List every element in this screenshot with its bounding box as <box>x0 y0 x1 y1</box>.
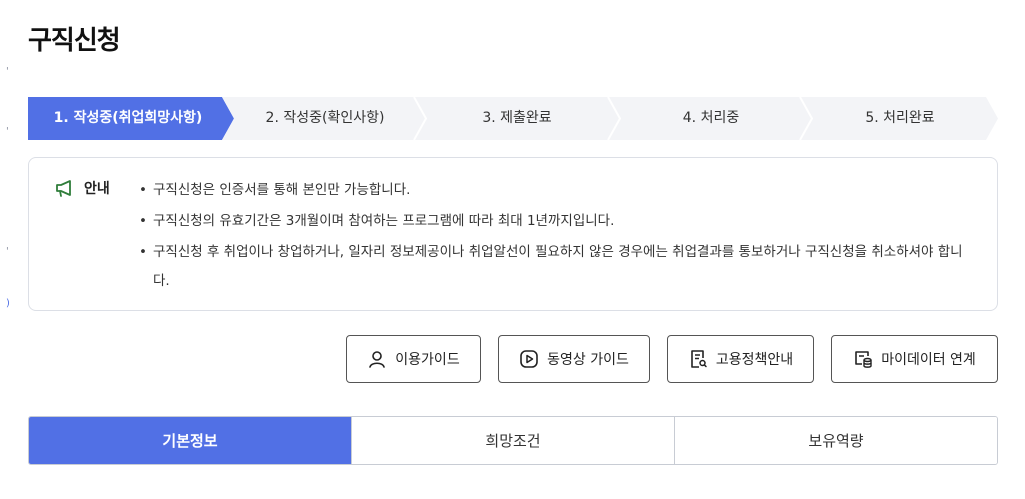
progress-steps: 1. 작성중(취업희망사항) 2. 작성중(확인사항) 3. 제출완료 4. 처… <box>28 97 998 140</box>
step-5: 5. 처리완료 <box>865 110 935 126</box>
video-guide-label: 동영상 가이드 <box>547 352 629 368</box>
mydata-link-button[interactable]: 마이데이터 연계 <box>831 335 998 383</box>
notice-box: 안내 구직신청은 인증서를 통해 본인만 가능합니다. 구직신청의 유효기간은 … <box>28 157 998 311</box>
usage-guide-button[interactable]: 이용가이드 <box>346 335 481 383</box>
notice-item: 구직신청은 인증서를 통해 본인만 가능합니다. <box>137 176 977 205</box>
employment-policy-label: 고용정책안내 <box>715 352 794 368</box>
page-title: 구직신청 <box>28 26 121 56</box>
tab-basic-info[interactable]: 기본정보 <box>29 417 351 464</box>
tab-competencies[interactable]: 보유역량 <box>674 417 997 464</box>
step-3: 3. 제출완료 <box>482 110 552 126</box>
step-2: 2. 작성중(확인사항) <box>265 110 385 126</box>
play-icon <box>520 350 538 368</box>
step-4: 4. 처리중 <box>682 110 740 126</box>
notice-header: 안내 <box>54 178 110 198</box>
megaphone-icon <box>56 180 71 197</box>
notice-item: 구직신청 후 취업이나 창업하거나, 일자리 정보제공이나 취업알선이 필요하지… <box>137 238 977 296</box>
person-icon <box>369 351 386 368</box>
notice-list: 구직신청은 인증서를 통해 본인만 가능합니다. 구직신청의 유효기간은 3개월… <box>137 176 977 298</box>
notice-label: 안내 <box>84 181 110 197</box>
section-tabs: 기본정보 희망조건 보유역량 <box>28 416 998 465</box>
left-edge-marks: ' ' ' ) <box>6 66 10 309</box>
tab-desired-conditions[interactable]: 희망조건 <box>351 417 674 464</box>
mydata-link-label: 마이데이터 연계 <box>881 352 976 368</box>
notice-item: 구직신청의 유효기간은 3개월이며 참여하는 프로그램에 따라 최대 1년까지입… <box>137 207 977 236</box>
usage-guide-label: 이용가이드 <box>395 352 460 368</box>
document-search-icon <box>691 350 707 368</box>
step-1: 1. 작성중(취업희망사항) <box>53 110 203 126</box>
data-link-icon <box>855 351 872 368</box>
employment-policy-button[interactable]: 고용정책안내 <box>667 335 814 383</box>
video-guide-button[interactable]: 동영상 가이드 <box>498 335 650 383</box>
